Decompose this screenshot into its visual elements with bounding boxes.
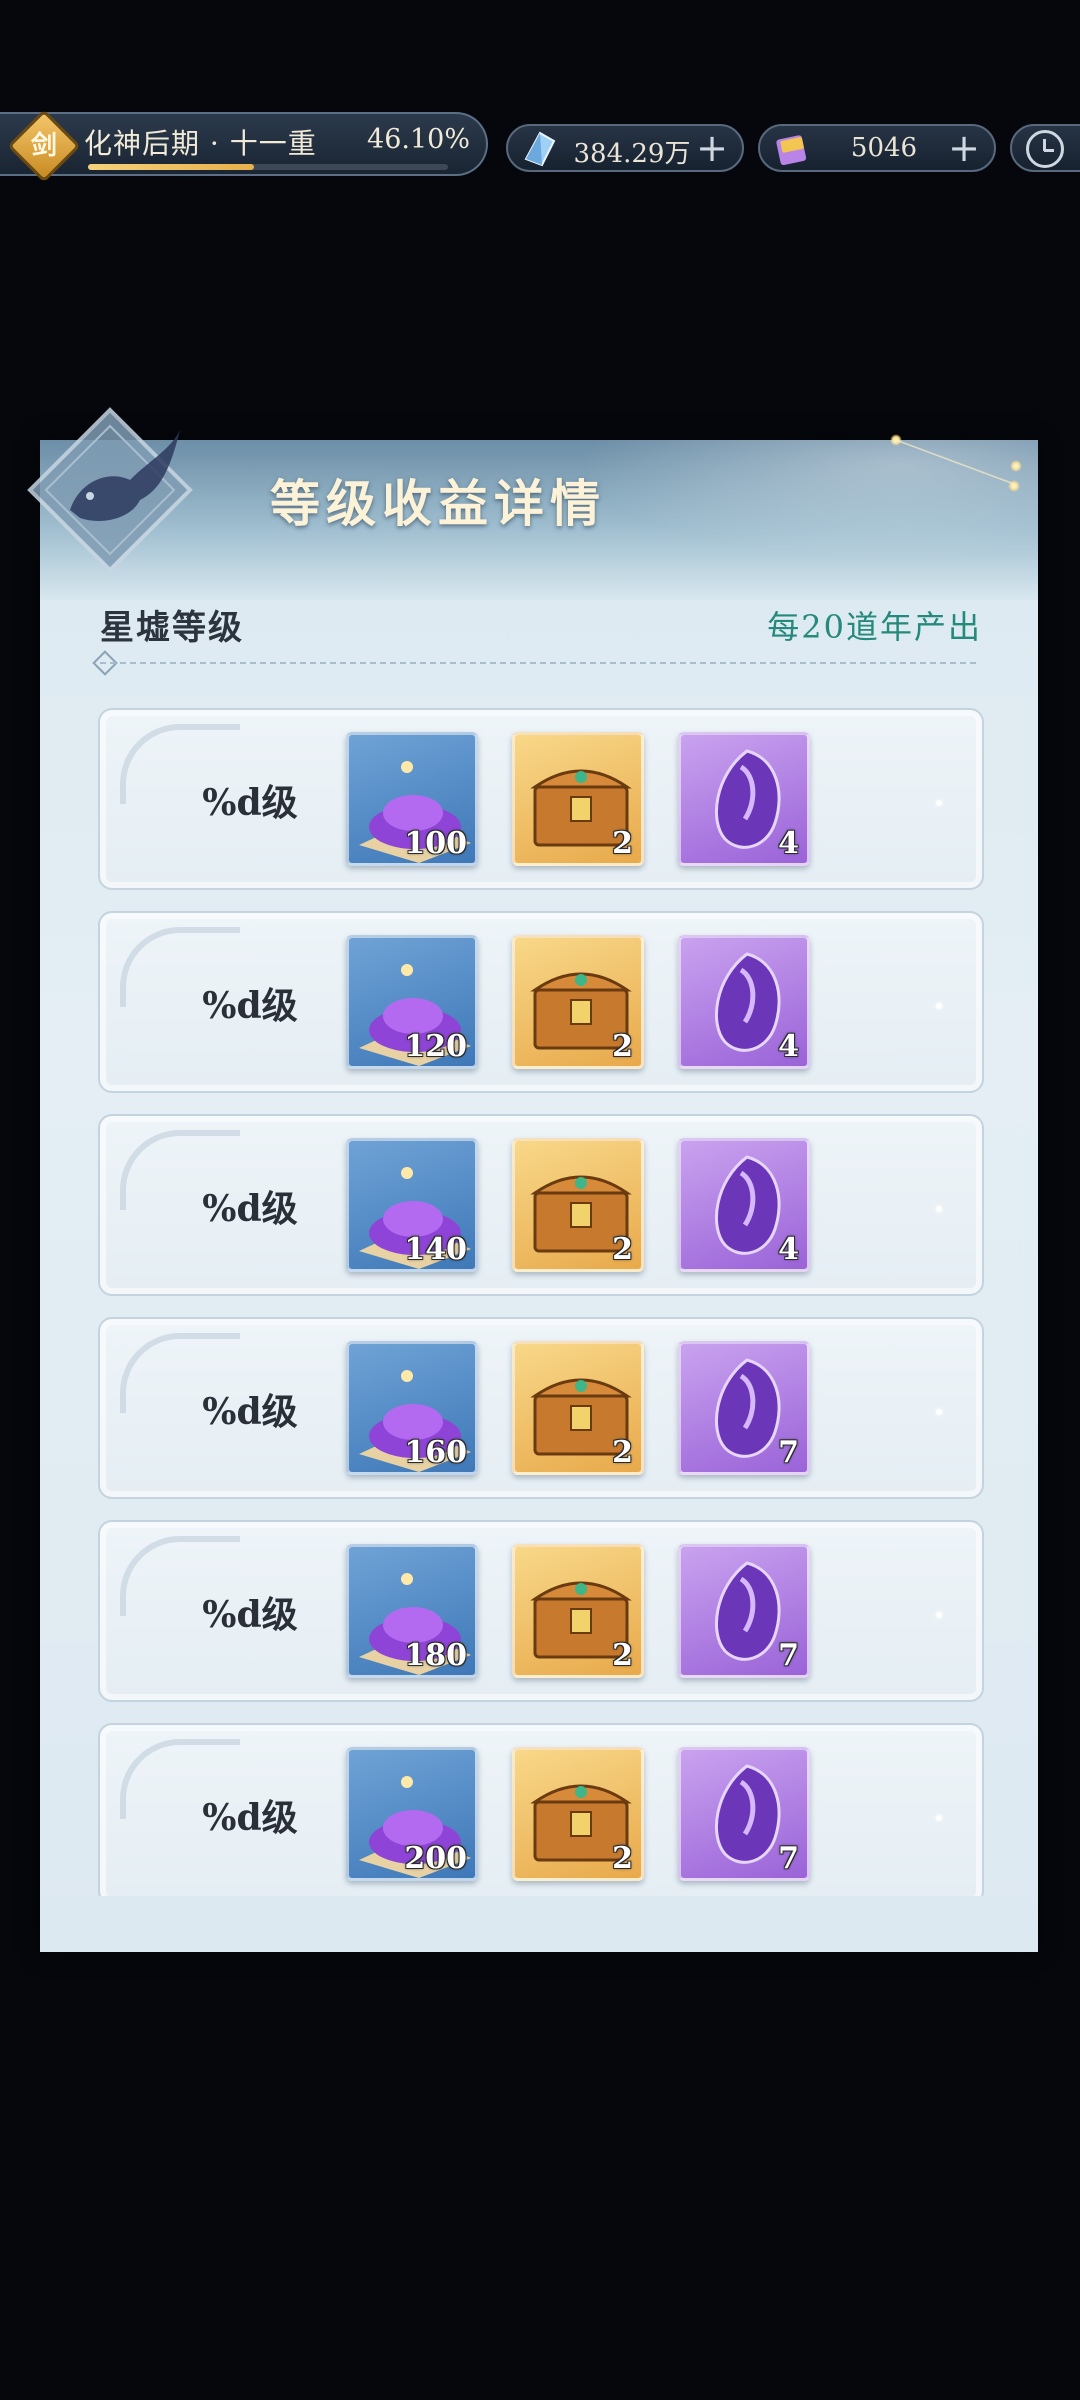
level-row: %d级 160 2 7 [98, 1317, 984, 1499]
item-count: 2 [612, 1435, 633, 1470]
level-label: %d级 [202, 1594, 298, 1636]
purple-crystal-item[interactable]: 7 [678, 1341, 810, 1475]
level-label: %d级 [202, 1391, 298, 1433]
item-count: 2 [612, 826, 633, 861]
item-count: 2 [612, 1029, 633, 1064]
add-crystal-button[interactable]: + [696, 126, 728, 170]
constellation-icon [895, 440, 1015, 485]
item-count: 7 [778, 1638, 799, 1673]
top-status-bar: 剑 化神后期 · 十一重 46.10% 384.29万 + 5046 + [0, 109, 1080, 183]
item-count: 180 [404, 1638, 467, 1673]
ticket-amount: 5046 [850, 133, 918, 163]
crystal-icon [524, 131, 556, 167]
level-income-panel: 等级收益详情 星墟等级 每20道年产出 %d级 100 2 4 %d级 120 … [27, 407, 1038, 1952]
treasure-chest-item[interactable]: 2 [512, 935, 644, 1069]
cultivation-realm-bar[interactable]: 剑 化神后期 · 十一重 46.10% [0, 109, 488, 183]
item-count: 2 [612, 1232, 633, 1267]
realm-badge-label: 剑 [30, 131, 57, 161]
star-icon [890, 434, 902, 446]
item-count: 2 [612, 1638, 633, 1673]
sparkle-decoration [936, 1409, 942, 1415]
star-dust-item[interactable]: 200 [346, 1747, 478, 1881]
item-count: 140 [404, 1232, 467, 1267]
panel-title: 等级收益详情 [270, 474, 606, 533]
crystal-amount: 384.29万 [573, 139, 691, 169]
star-dust-item[interactable]: 180 [346, 1544, 478, 1678]
sparkle-decoration [936, 1003, 942, 1009]
sparkle-decoration [936, 800, 942, 806]
treasure-chest-item[interactable]: 2 [512, 732, 644, 866]
level-row: %d级 180 2 7 [98, 1520, 984, 1702]
clock-button[interactable] [1010, 124, 1080, 172]
level-label: %d级 [202, 1188, 298, 1230]
purple-crystal-item[interactable]: 4 [678, 935, 810, 1069]
treasure-chest-item[interactable]: 2 [512, 1138, 644, 1272]
purple-crystal-item[interactable]: 4 [678, 1138, 810, 1272]
section-divider [100, 662, 980, 664]
purple-crystal-item[interactable]: 4 [678, 732, 810, 866]
level-label: %d级 [202, 782, 298, 824]
level-row: %d级 100 2 4 [98, 708, 984, 890]
item-count: 120 [404, 1029, 467, 1064]
item-count: 160 [404, 1435, 467, 1470]
treasure-chest-item[interactable]: 2 [512, 1544, 644, 1678]
star-dust-item[interactable]: 120 [346, 935, 478, 1069]
crystal-currency: 384.29万 + [506, 124, 744, 172]
realm-name: 化神后期 · 十一重 [84, 127, 317, 160]
star-dust-item[interactable]: 140 [346, 1138, 478, 1272]
treasure-chest-item[interactable]: 2 [512, 1341, 644, 1475]
section-label: 星墟等级 [100, 608, 244, 648]
star-icon [1010, 460, 1022, 472]
fox-emblem-icon [27, 407, 193, 573]
item-count: 4 [778, 1029, 799, 1064]
clock-icon [1026, 130, 1064, 168]
level-row: %d级 120 2 4 [98, 911, 984, 1093]
star-dust-item[interactable]: 100 [346, 732, 478, 866]
section-rate-label: 每20道年产出 [767, 608, 982, 646]
realm-progress-fill [88, 164, 254, 170]
sparkle-decoration [936, 1206, 942, 1212]
item-count: 7 [778, 1841, 799, 1876]
realm-progress-percent: 46.10% [367, 124, 470, 155]
sparkle-decoration [936, 1612, 942, 1618]
level-list[interactable]: %d级 100 2 4 %d级 120 2 4 %d级 140 2 4 %d级 … [98, 708, 984, 1896]
item-count: 4 [778, 826, 799, 861]
level-label: %d级 [202, 985, 298, 1027]
treasure-chest-item[interactable]: 2 [512, 1747, 644, 1881]
item-count: 4 [778, 1232, 799, 1267]
item-count: 100 [404, 826, 467, 861]
sparkle-decoration [936, 1815, 942, 1821]
item-count: 200 [404, 1841, 467, 1876]
ticket-icon [776, 135, 807, 166]
level-row: %d级 140 2 4 [98, 1114, 984, 1296]
purple-crystal-item[interactable]: 7 [678, 1544, 810, 1678]
ticket-currency: 5046 + [758, 124, 996, 172]
add-ticket-button[interactable]: + [948, 126, 980, 170]
purple-crystal-item[interactable]: 7 [678, 1747, 810, 1881]
level-row: %d级 200 2 7 [98, 1723, 984, 1896]
level-label: %d级 [202, 1797, 298, 1839]
item-count: 7 [778, 1435, 799, 1470]
star-icon [1008, 480, 1020, 492]
item-count: 2 [612, 1841, 633, 1876]
realm-progress-bar [88, 164, 448, 170]
star-dust-item[interactable]: 160 [346, 1341, 478, 1475]
